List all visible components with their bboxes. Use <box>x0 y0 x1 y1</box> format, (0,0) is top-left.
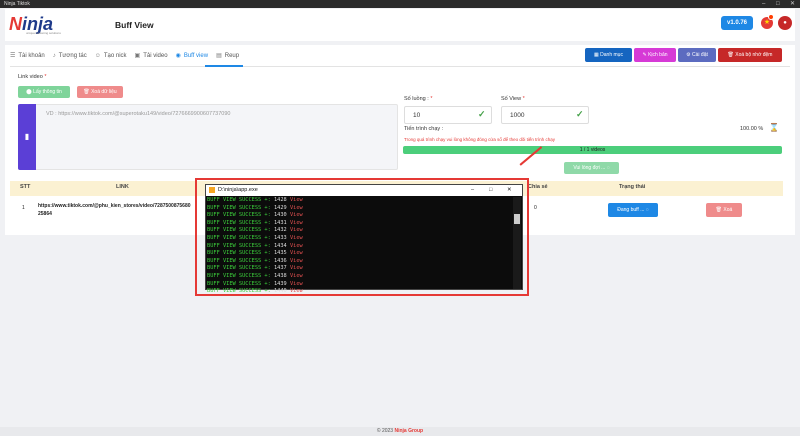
console-line: BUFF VIEW SUCCESS +: 1433 View <box>207 234 303 241</box>
delete-row-button[interactable]: 🗑 Xoá <box>706 203 742 217</box>
console-line: BUFF VIEW SUCCESS +: 1434 View <box>207 242 303 249</box>
col-stt: STT <box>20 184 31 190</box>
settings-button[interactable]: ⚙ Cài đặt <box>678 48 716 62</box>
console-line: BUFF VIEW SUCCESS +: 1428 View <box>207 197 303 203</box>
tab-download-video[interactable]: ▣ Tải video <box>135 50 176 66</box>
buffing-button[interactable]: Đang buff ... ◌ <box>608 203 658 217</box>
console-maximize-icon[interactable]: □ <box>489 185 492 196</box>
row-stt: 1 <box>22 205 25 211</box>
progress-label: Tiến trình chạy : <box>404 126 444 132</box>
console-scroll-thumb[interactable] <box>514 214 520 224</box>
window-titlebar: Ninja Tiktok – □ ✕ <box>0 0 800 8</box>
waiting-button: Vui lòng đợi ... ◌ <box>564 162 619 174</box>
console-output: BUFF VIEW SUCCESS +: 1428 View BUFF VIEW … <box>207 197 512 296</box>
console-line: BUFF VIEW SUCCESS +: 1437 View <box>207 265 303 272</box>
link-video-label: Link video * <box>18 74 47 80</box>
file-upload-icon[interactable]: ▮ <box>18 104 36 170</box>
tab-buff-view[interactable]: ◉ Buff view <box>176 50 216 66</box>
console-title: D:\ninja\app.exe <box>218 187 258 193</box>
progress-percent: 100.00 % <box>740 126 764 132</box>
logo-subtitle: uniquemarketing solutions <box>26 31 61 35</box>
console-scrollbar[interactable] <box>513 197 521 289</box>
row-link[interactable]: https://www.tiktok.com/@phu_kien_stores/… <box>38 203 191 209</box>
col-status: Trạng thái <box>619 184 646 190</box>
tab-interactions[interactable]: ♪ Tương tác <box>53 50 95 66</box>
console-line: BUFF VIEW SUCCESS +: 1438 View <box>207 272 303 279</box>
get-info-button[interactable]: ⬤ Lấy thông tin <box>18 86 70 98</box>
window-title: Ninja Tiktok <box>4 1 30 7</box>
clear-data-button[interactable]: 🗑 Xoá dữ liệu <box>77 86 123 98</box>
tab-create-nick[interactable]: ☺ Tạo nick <box>95 50 135 66</box>
reup-icon: ▤ <box>216 53 222 59</box>
eye-icon: ◉ <box>175 53 181 59</box>
console-line: BUFF VIEW SUCCESS +: 1429 View <box>207 204 303 211</box>
version-badge[interactable]: v1.0.76 <box>721 16 753 30</box>
list-icon: ☰ <box>10 53 16 59</box>
console-line: BUFF VIEW SUCCESS +: 1431 View <box>207 219 303 226</box>
tab-accounts[interactable]: ☰ Tài khoản <box>10 50 53 66</box>
console-line: BUFF VIEW SUCCESS +: 1432 View <box>207 227 303 234</box>
warning-text: Trong quá trình chạy vui lòng không đóng… <box>404 137 555 142</box>
link-placeholder: VD : https://www.tiktok.com/@superotaku1… <box>46 111 231 117</box>
tab-divider <box>10 66 790 67</box>
col-link: LINK <box>116 184 129 190</box>
console-line: BUFF VIEW SUCCESS +: 1435 View <box>207 250 303 257</box>
page-title: Buff View <box>115 20 154 30</box>
console-line: BUFF VIEW SUCCESS +: 1439 View <box>207 280 303 287</box>
row-share: 0 <box>534 205 537 211</box>
minimize-icon[interactable]: – <box>762 0 765 8</box>
console-line: BUFF VIEW SUCCESS +: 1436 View <box>207 257 303 264</box>
views-label: Số View * <box>501 96 525 102</box>
film-icon: ▣ <box>134 53 141 59</box>
console-close-icon[interactable]: ✕ <box>507 185 512 196</box>
user-add-icon: ☺ <box>94 53 101 59</box>
clear-cache-button[interactable]: 🗑 Xoá bộ nhớ đệm <box>718 48 782 62</box>
views-valid-icon: ✓ <box>576 109 584 119</box>
threads-label: Số luồng : * <box>404 96 433 102</box>
console-line: BUFF VIEW SUCCESS +: 1440 View <box>207 288 303 295</box>
hourglass-icon: ⌛ <box>769 123 779 132</box>
tab-reup[interactable]: ▤ Reup <box>216 50 247 66</box>
console-titlebar: D:\ninja\app.exe – □ ✕ <box>206 185 522 196</box>
progress-text: 1 / 1 videos <box>579 147 606 153</box>
script-button[interactable]: ✎ Kịch bản <box>634 48 676 62</box>
tab-bar: ☰ Tài khoản ♪ Tương tác ☺ Tạo nick ▣ Tải vid… <box>10 50 247 66</box>
close-icon[interactable]: ✕ <box>790 0 795 8</box>
maximize-icon[interactable]: □ <box>776 0 780 8</box>
console-minimize-icon[interactable]: – <box>471 185 474 196</box>
notification-badge <box>768 14 774 20</box>
threads-valid-icon: ✓ <box>478 109 486 119</box>
progress-bar: 1 / 1 videos <box>403 146 782 154</box>
category-button[interactable]: ▦ Danh mục <box>585 48 632 62</box>
avatar[interactable]: ● <box>778 16 792 30</box>
tiktok-icon: ♪ <box>52 53 56 59</box>
console-line: BUFF VIEW SUCCESS +: 1430 View <box>207 212 303 219</box>
footer: © 2023 Ninja Group <box>0 427 800 436</box>
active-tab-indicator <box>205 65 243 67</box>
row-link-cont: 25864 <box>38 211 52 217</box>
console-app-icon <box>209 187 215 193</box>
col-share: Chia sẻ <box>528 184 548 190</box>
